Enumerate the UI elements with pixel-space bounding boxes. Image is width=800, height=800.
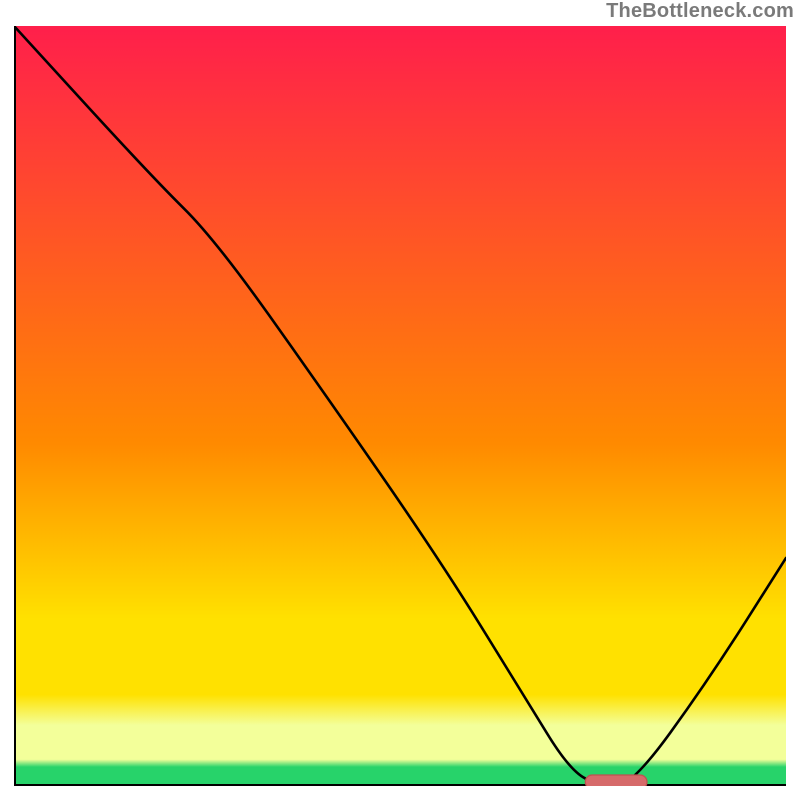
chart-area	[14, 26, 786, 786]
optimal-range-marker	[585, 775, 647, 786]
watermark-text: TheBottleneck.com	[606, 0, 794, 23]
chart-svg	[14, 26, 786, 786]
